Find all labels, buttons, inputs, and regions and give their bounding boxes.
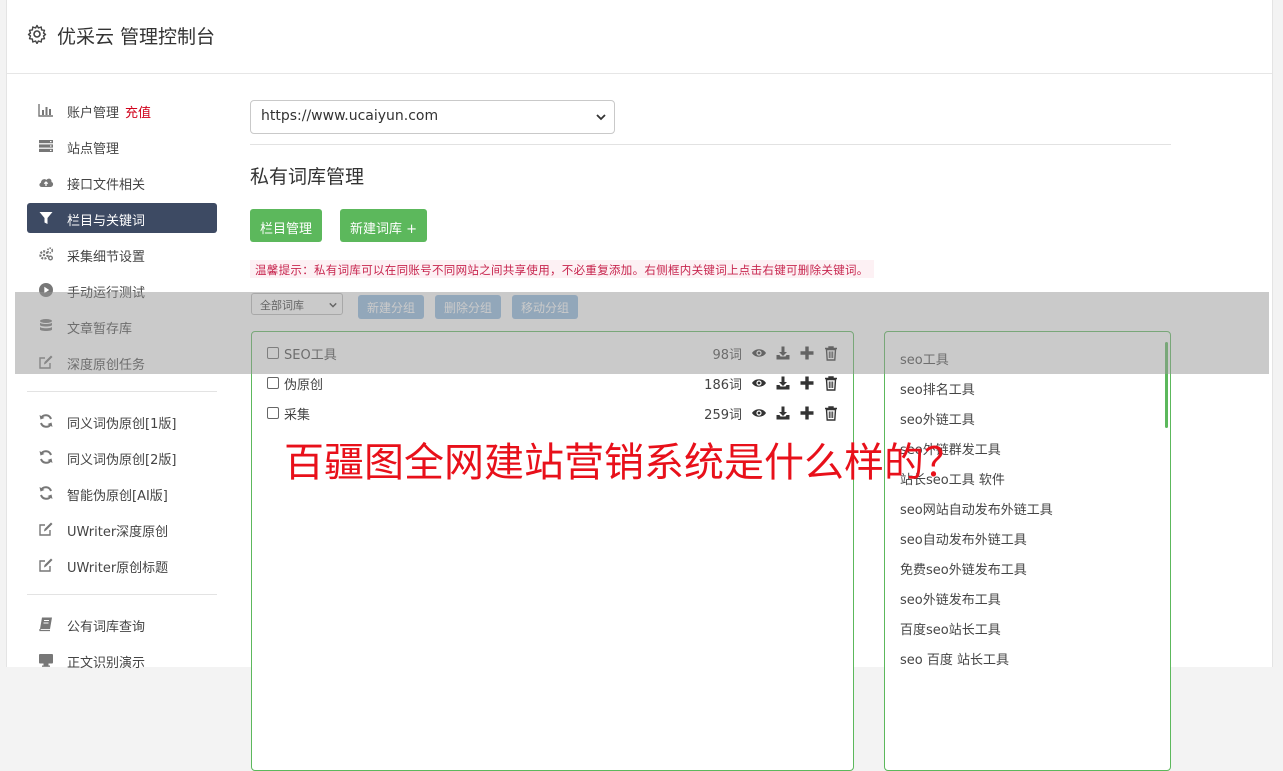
refresh-icon — [39, 486, 53, 500]
sidebar-item-ai-original[interactable]: 智能伪原创[AI版] — [27, 478, 217, 508]
sidebar-item-label: 智能伪原创[AI版] — [67, 489, 168, 504]
keyword-item[interactable]: seo外链工具 — [900, 409, 975, 428]
eye-icon[interactable] — [751, 375, 767, 391]
site-select[interactable]: https://www.ucaiyun.com — [250, 100, 615, 134]
divider — [250, 144, 1171, 145]
keyword-item[interactable]: seo 百度 站长工具 — [900, 649, 1009, 668]
server-icon — [39, 140, 53, 152]
sidebar-item-label: 账户管理 — [67, 106, 120, 121]
sidebar-item-label: UWriter深度原创 — [67, 525, 169, 540]
sidebar-item-label: 公有词库查询 — [67, 620, 146, 635]
keyword-item[interactable]: 百度seo站长工具 — [900, 619, 1001, 638]
sidebar-item-label: 站点管理 — [67, 142, 120, 157]
library-list-panel: SEO工具 98词 伪原创 186词 采集 259词 — [251, 331, 854, 771]
keyword-list-panel[interactable]: seo工具 seo排名工具 seo外链工具 seo外链群发工具 站长seo工具 … — [884, 331, 1171, 771]
sidebar-item-sites[interactable]: 站点管理 — [27, 131, 217, 161]
library-row: 采集 259词 — [267, 404, 839, 424]
sidebar-item-account[interactable]: 账户管理 充值 — [27, 95, 217, 125]
library-name[interactable]: 伪原创 — [284, 374, 323, 393]
trash-icon[interactable] — [823, 405, 839, 421]
chevron-down-icon — [596, 114, 606, 121]
keyword-item[interactable]: seo自动发布外链工具 — [900, 529, 1027, 548]
library-checkbox[interactable] — [267, 407, 279, 419]
sidebar-item-label: UWriter原创标题 — [67, 561, 169, 576]
gear-icon — [27, 24, 47, 44]
sidebar-item-content-recognition[interactable]: 正文识别演示 — [27, 645, 217, 675]
sidebar-item-label: 采集细节设置 — [67, 250, 146, 265]
sidebar-item-public-library[interactable]: 公有词库查询 — [27, 609, 217, 639]
sidebar-item-collect-settings[interactable]: 采集细节设置 — [27, 239, 217, 269]
library-checkbox[interactable] — [267, 377, 279, 389]
library-count: 259词 — [704, 408, 742, 423]
keyword-item[interactable]: seo网站自动发布外链工具 — [900, 499, 1053, 518]
sidebar-item-synonym-v1[interactable]: 同义词伪原创[1版] — [27, 406, 217, 436]
download-icon[interactable] — [775, 405, 791, 421]
tip-text: 温馨提示：私有词库可以在同账号不同网站之间共享使用，不必重复添加。右侧框内关键词… — [250, 260, 874, 278]
site-select-value: https://www.ucaiyun.com — [261, 108, 439, 124]
sidebar-divider — [27, 594, 217, 595]
new-library-button[interactable]: 新建词库 + — [340, 209, 428, 242]
plus-icon[interactable] — [799, 405, 815, 421]
library-name[interactable]: 采集 — [284, 404, 310, 423]
book-icon — [39, 617, 52, 632]
page-title: 私有词库管理 — [250, 166, 365, 188]
keyword-item[interactable]: seo排名工具 — [900, 379, 975, 398]
sidebar-item-label: 同义词伪原创[2版] — [67, 453, 177, 468]
edit-icon — [39, 522, 53, 536]
library-count: 186词 — [704, 378, 742, 393]
sidebar-item-label: 同义词伪原创[1版] — [67, 417, 177, 432]
cogs-icon — [39, 247, 54, 261]
sidebar-item-uwriter-deep[interactable]: UWriter深度原创 — [27, 514, 217, 544]
edit-icon — [39, 558, 53, 572]
gray-overlay-band — [15, 292, 1269, 374]
column-manage-button[interactable]: 栏目管理 — [250, 209, 323, 242]
sidebar-item-synonym-v2[interactable]: 同义词伪原创[2版] — [27, 442, 217, 472]
sidebar-item-label: 栏目与关键词 — [67, 214, 146, 229]
overlay-headline: 百疆图全网建站营销系统是什么样的？ — [284, 440, 964, 486]
cloud-upload-icon — [39, 178, 54, 187]
recharge-link[interactable]: 充值 — [125, 106, 151, 121]
sidebar-item-label: 接口文件相关 — [67, 178, 146, 193]
download-icon[interactable] — [775, 375, 791, 391]
sidebar-item-uwriter-title[interactable]: UWriter原创标题 — [27, 550, 217, 580]
keyword-item[interactable]: seo外链发布工具 — [900, 589, 1001, 608]
top-bar: 优采云 管理控制台 — [7, 0, 1272, 74]
keyword-item[interactable]: 免费seo外链发布工具 — [900, 559, 1027, 578]
sidebar-item-columns-keywords[interactable]: 栏目与关键词 — [27, 203, 217, 233]
app-title: 优采云 管理控制台 — [57, 26, 216, 48]
library-row: 伪原创 186词 — [267, 374, 839, 394]
monitor-icon — [39, 654, 53, 667]
eye-icon[interactable] — [751, 405, 767, 421]
refresh-icon — [39, 414, 53, 428]
bar-chart-icon — [38, 104, 53, 117]
sidebar-item-label: 正文识别演示 — [67, 656, 146, 671]
filter-icon — [39, 212, 53, 224]
trash-icon[interactable] — [823, 375, 839, 391]
sidebar-divider — [27, 391, 217, 392]
sidebar: 账户管理充值 站点管理 接口文件相关 栏目与关键词 采集细节设置 手动运行测试 … — [27, 95, 217, 681]
sidebar-item-api-files[interactable]: 接口文件相关 — [27, 167, 217, 197]
refresh-icon — [39, 450, 53, 464]
plus-icon[interactable] — [799, 375, 815, 391]
